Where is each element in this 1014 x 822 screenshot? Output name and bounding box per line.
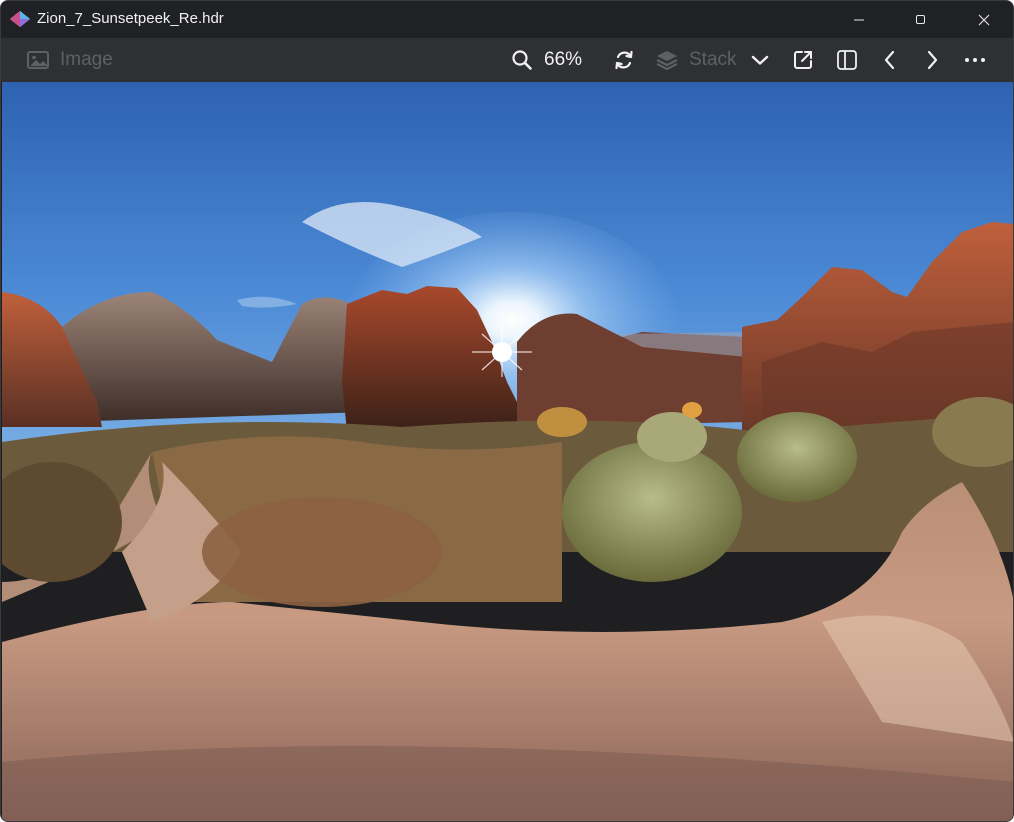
- maximize-button[interactable]: [898, 1, 944, 38]
- chevron-left-icon: [884, 50, 895, 70]
- minimize-icon: [854, 19, 864, 20]
- image-label: Image: [60, 49, 113, 70]
- open-external-button[interactable]: [791, 38, 815, 82]
- open-external-icon: [794, 51, 812, 69]
- close-button[interactable]: [961, 1, 1007, 38]
- app-window: Zion_7_Sunsetpeek_Re.hdr Image 66% Stack: [0, 0, 1014, 822]
- previous-image-button[interactable]: [879, 38, 899, 82]
- panel-toggle-button[interactable]: [835, 38, 859, 82]
- zoom-button[interactable]: 66%: [511, 38, 582, 82]
- window-title: Zion_7_Sunsetpeek_Re.hdr: [37, 10, 224, 27]
- more-icon: [965, 58, 985, 62]
- layers-icon: [656, 51, 678, 71]
- more-button[interactable]: [963, 38, 987, 82]
- rotate-button[interactable]: [611, 38, 637, 82]
- stack-label: Stack: [689, 49, 737, 70]
- close-icon: [978, 14, 990, 25]
- panel-toggle-icon: [837, 50, 857, 70]
- toolbar: Image 66% Stack: [1, 38, 1013, 82]
- stack-button[interactable]: Stack: [655, 38, 737, 82]
- stack-dropdown-button[interactable]: [749, 38, 771, 82]
- zoom-value: 66%: [544, 49, 583, 70]
- maximize-icon: [916, 14, 925, 24]
- next-image-button[interactable]: [923, 38, 943, 82]
- title-bar[interactable]: Zion_7_Sunsetpeek_Re.hdr: [1, 1, 1013, 38]
- minimize-button[interactable]: [836, 1, 882, 38]
- chevron-down-icon: [751, 55, 769, 65]
- image-button[interactable]: Image: [27, 38, 113, 82]
- rotate-icon: [615, 50, 633, 70]
- app-logo-icon: [10, 11, 30, 27]
- image-viewport[interactable]: [2, 82, 1013, 821]
- chevron-right-icon: [927, 50, 938, 70]
- image-icon: [27, 51, 49, 69]
- zoom-icon: [512, 50, 532, 70]
- hdr-panorama-image: [2, 82, 1013, 821]
